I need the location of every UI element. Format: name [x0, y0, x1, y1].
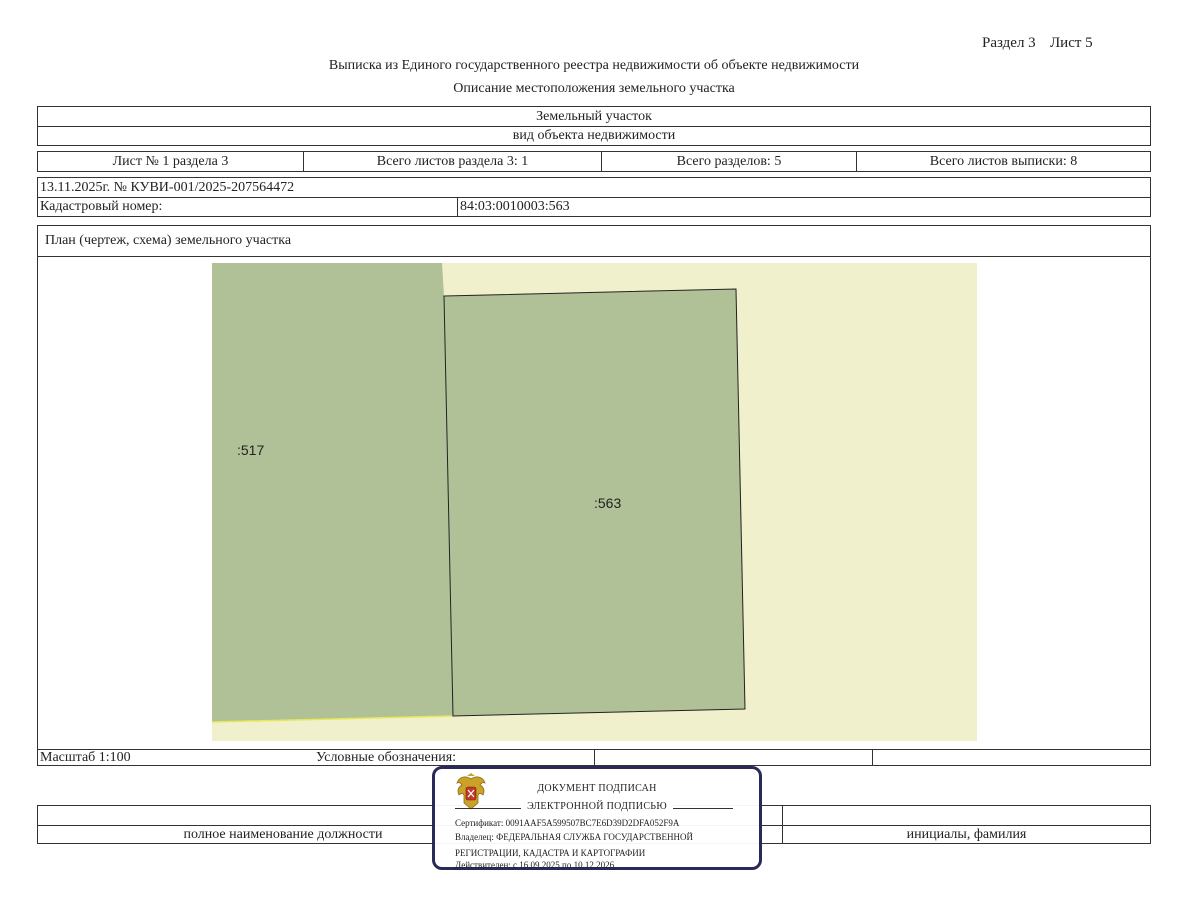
stamp-validity: Действителен: с 16.09.2025 по 10.12.2026 [455, 860, 615, 870]
parcel-517 [212, 263, 453, 722]
name-caption: инициалы, фамилия [906, 826, 1027, 842]
signature-stamp: ДОКУМЕНТ ПОДПИСАН ЭЛЕКТРОННОЙ ПОДПИСЬЮ С… [432, 766, 762, 870]
stamp-owner-line-2: РЕГИСТРАЦИИ, КАДАСТРА И КАРТОГРАФИИ [455, 848, 646, 858]
legend-row: Масштаб 1:100 Условные обозначения: [37, 749, 1151, 766]
stamp-owner-line-1: Владелец: ФЕДЕРАЛЬНАЯ СЛУЖБА ГОСУДАРСТВЕ… [455, 832, 694, 842]
stamp-line-2: ЭЛЕКТРОННОЙ ПОДПИСЬЮ [435, 801, 759, 812]
legend-label: Условные обозначения: [316, 749, 457, 765]
stamp-certificate: Сертификат: 0091AAF5A599507BC7E6D39D2DFA… [455, 818, 680, 828]
scale-label: Масштаб 1:100 [40, 749, 131, 765]
stamp-line-2-text: ЭЛЕКТРОННОЙ ПОДПИСЬЮ [521, 801, 673, 812]
parcel-517-label: :517 [237, 442, 264, 458]
parcel-563-label: :563 [594, 495, 621, 511]
stamp-line-1: ДОКУМЕНТ ПОДПИСАН [537, 783, 657, 794]
